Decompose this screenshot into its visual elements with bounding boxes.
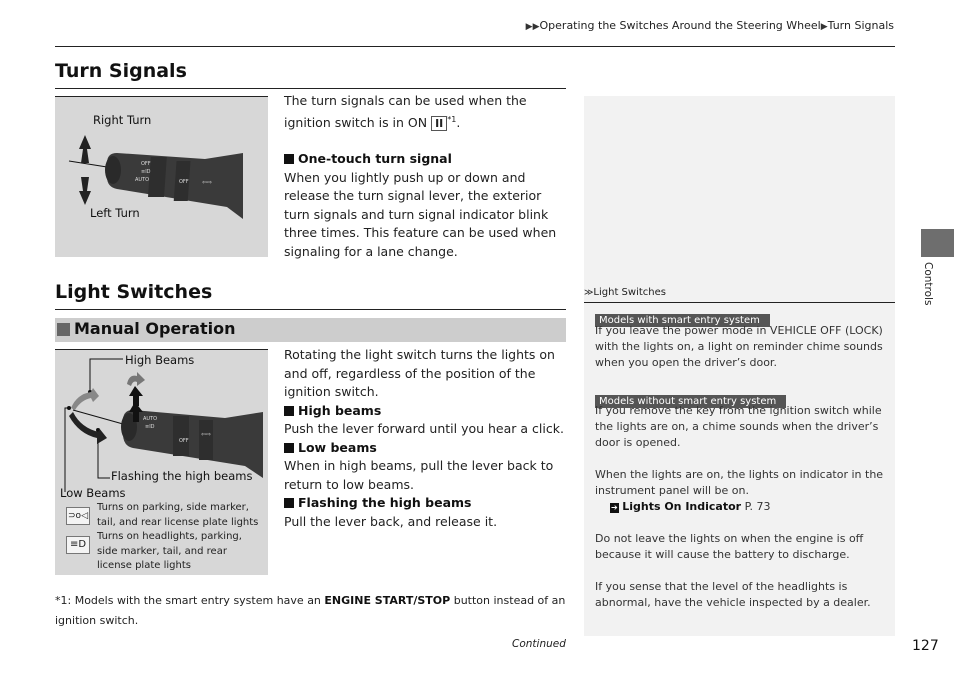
subsection-title: Manual Operation bbox=[74, 319, 236, 338]
label-flashing-high-beams: Flashing the high beams bbox=[111, 469, 253, 483]
subsection-manual-operation: Manual Operation bbox=[55, 318, 566, 342]
breadcrumb-item[interactable]: Turn Signals bbox=[828, 19, 894, 32]
headlights-icon: ≡D bbox=[66, 536, 90, 554]
section-title-light-switches: Light Switches bbox=[55, 281, 213, 303]
note-with-smart-entry: If you leave the power mode in VEHICLE O… bbox=[595, 324, 883, 369]
side-notes-title: ≫Light Switches bbox=[584, 287, 666, 298]
breadcrumb: ▶▶Operating the Switches Around the Stee… bbox=[526, 19, 894, 32]
label-right-turn: Right Turn bbox=[93, 113, 152, 127]
svg-text:OFF: OFF bbox=[179, 179, 189, 185]
side-notes-panel: ≫Light Switches Models with smart entry … bbox=[584, 96, 895, 636]
legend-headlights-text: Turns on headlights, parking, side marke… bbox=[97, 531, 242, 571]
square-bullet-icon bbox=[284, 154, 294, 165]
light-switch-figure: AUTO ≡ID OFF ⇦⇨ High Beams Flashing the … bbox=[55, 349, 268, 575]
side-notes-rule bbox=[584, 302, 895, 303]
svg-text:OFF: OFF bbox=[179, 438, 189, 444]
square-bullet-icon bbox=[284, 405, 294, 416]
one-touch-heading: One-touch turn signal bbox=[284, 150, 567, 169]
low-beams-heading: Low beams bbox=[284, 439, 567, 458]
note-dealer: If you sense that the level of the headl… bbox=[595, 580, 871, 609]
note-indicator: When the lights are on, the lights on in… bbox=[595, 468, 884, 497]
breadcrumb-item[interactable]: Operating the Switches Around the Steeri… bbox=[540, 19, 821, 32]
chapter-tab[interactable] bbox=[921, 229, 954, 257]
svg-text:⇦⇨: ⇦⇨ bbox=[201, 431, 211, 438]
turn-signal-lever-illustration: OFF ≡ID AUTO OFF ⇦⇨ bbox=[68, 135, 243, 219]
continued-label: Continued bbox=[512, 638, 566, 650]
section-rule bbox=[55, 309, 566, 310]
label-high-beams: High Beams bbox=[125, 353, 195, 367]
link-lights-on-indicator[interactable]: ➔ Lights On Indicator P. 73 bbox=[610, 499, 771, 515]
square-bullet-icon bbox=[284, 498, 294, 508]
high-beams-text: Push the lever forward until you hear a … bbox=[284, 421, 564, 436]
link-arrow-icon: ➔ bbox=[610, 503, 619, 513]
chapter-tab-label: Controls bbox=[922, 262, 934, 306]
section-title-turn-signals: Turn Signals bbox=[55, 60, 187, 82]
double-chevron-icon: ≫ bbox=[584, 288, 594, 298]
light-switches-intro: Rotating the light switch turns the ligh… bbox=[284, 347, 555, 399]
legend-parking-text: Turns on parking, side marker, tail, and… bbox=[97, 502, 259, 528]
svg-text:⇦⇨: ⇦⇨ bbox=[202, 179, 212, 186]
note-battery: Do not leave the lights on when the engi… bbox=[595, 532, 864, 561]
square-bullet-icon bbox=[57, 323, 70, 336]
page-number: 127 bbox=[912, 638, 939, 654]
breadcrumb-arrow-icon: ▶ bbox=[820, 22, 828, 32]
label-low-beams: Low Beams bbox=[60, 486, 126, 500]
svg-text:AUTO: AUTO bbox=[143, 416, 157, 422]
turn-signal-figure: OFF ≡ID AUTO OFF ⇦⇨ Right Turn Left Turn bbox=[55, 96, 268, 257]
turn-signals-body: The turn signals can be used when the ig… bbox=[284, 92, 567, 261]
ignition-mode-badge: II bbox=[431, 115, 448, 131]
light-switches-body: Rotating the light switch turns the ligh… bbox=[284, 346, 567, 531]
flashing-text: Pull the lever back, and release it. bbox=[284, 513, 498, 529]
flashing-heading: Flashing the high beams bbox=[284, 494, 567, 513]
turn-signals-intro: The turn signals can be used when the ig… bbox=[284, 93, 527, 131]
square-bullet-icon bbox=[284, 442, 294, 453]
svg-text:OFF: OFF bbox=[141, 161, 151, 167]
svg-text:AUTO: AUTO bbox=[135, 177, 149, 183]
up-down-arrow-icon bbox=[79, 135, 91, 205]
breadcrumb-arrow-icon: ▶▶ bbox=[525, 22, 540, 32]
header-rule bbox=[55, 46, 895, 47]
section-rule bbox=[55, 88, 566, 89]
low-beams-text: When in high beams, pull the lever back … bbox=[284, 458, 554, 492]
svg-text:≡ID: ≡ID bbox=[145, 424, 155, 430]
svg-text:≡ID: ≡ID bbox=[141, 169, 151, 175]
note-without-smart-entry: If you remove the key from the ignition … bbox=[595, 404, 882, 449]
footnote-ref[interactable]: *1 bbox=[447, 115, 456, 124]
high-beams-heading: High beams bbox=[284, 402, 567, 421]
parking-lights-icon: ⊃o◁ bbox=[66, 507, 90, 525]
footnote: *1: Models with the smart entry system h… bbox=[55, 594, 566, 627]
one-touch-text: When you lightly push up or down and rel… bbox=[284, 169, 557, 259]
label-left-turn: Left Turn bbox=[90, 206, 140, 220]
